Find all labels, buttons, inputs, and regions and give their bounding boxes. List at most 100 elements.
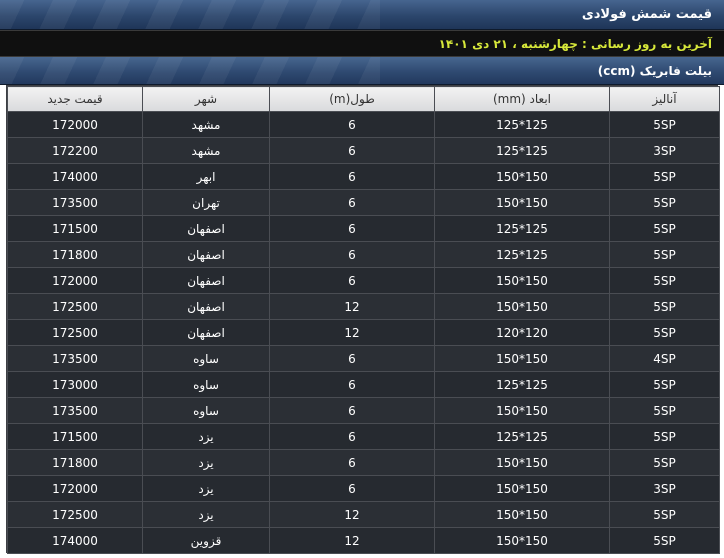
cell-length-text: 6 [348,117,356,132]
cell-city: مشهد [142,111,270,138]
title-bar: قیمت شمش فولادی [0,0,724,30]
cell-length-text: 6 [348,195,356,210]
cell-dimensions-text: 125*125 [496,429,548,444]
cell-price: 172200 [7,137,143,164]
table-row: 5SP 150*150 12 قزوین 174000 [7,527,720,554]
cell-city-text: مشهد [191,117,221,132]
cell-analysis: 4SP [609,345,720,372]
section-bar: بیلت فابریک (ccm) [0,57,724,85]
cell-analysis: 5SP [609,293,720,320]
table-row: 5SP 125*125 6 مشهد 172000 [7,111,720,138]
cell-city-text: ساوه [193,351,219,366]
cell-city: ابهر [142,163,270,190]
cell-analysis-text: 5SP [653,273,676,288]
cell-dimensions: 150*150 [434,397,610,424]
cell-price-text: 172500 [52,507,98,522]
cell-dimensions: 120*120 [434,319,610,346]
cell-city: مشهد [142,137,270,164]
cell-length: 6 [269,163,435,190]
cell-city-text: یزد [198,507,214,522]
cell-analysis: 5SP [609,163,720,190]
cell-dimensions-text: 125*125 [496,143,548,158]
table-row: 5SP 150*150 6 اصفهان 172000 [7,267,720,294]
cell-price: 173500 [7,189,143,216]
cell-price-text: 172000 [52,481,98,496]
cell-dimensions: 150*150 [434,293,610,320]
cell-dimensions: 150*150 [434,475,610,502]
cell-length: 6 [269,215,435,242]
cell-price-text: 171500 [52,429,98,444]
cell-analysis-text: 5SP [653,507,676,522]
cell-city-text: اصفهان [187,247,225,262]
cell-city-text: اصفهان [187,273,225,288]
column-header-dimensions: ابعاد (mm) [434,86,610,112]
cell-city: اصفهان [142,319,270,346]
cell-length: 6 [269,475,435,502]
cell-city-text: ساوه [193,377,219,392]
cell-length: 12 [269,527,435,554]
cell-length-text: 12 [344,533,360,548]
cell-analysis-text: 5SP [653,117,676,132]
cell-analysis-text: 5SP [653,403,676,418]
cell-price-text: 172500 [52,299,98,314]
cell-price: 173500 [7,345,143,372]
table-row: 5SP 150*150 12 اصفهان 172500 [7,293,720,320]
cell-analysis-text: 5SP [653,377,676,392]
price-table-container: آنالیز ابعاد (mm) طول(m) شهر قیمت جدید 5… [6,85,720,554]
cell-length-text: 6 [348,247,356,262]
cell-analysis-text: 5SP [653,299,676,314]
cell-price: 171500 [7,215,143,242]
cell-analysis: 5SP [609,215,720,242]
cell-dimensions: 150*150 [434,527,610,554]
cell-dimensions-text: 150*150 [496,273,548,288]
cell-city: ساوه [142,345,270,372]
cell-price-text: 173500 [52,351,98,366]
cell-length-text: 6 [348,481,356,496]
cell-analysis: 3SP [609,475,720,502]
cell-price-text: 172000 [52,117,98,132]
cell-price-text: 171800 [52,455,98,470]
cell-price: 171800 [7,449,143,476]
cell-dimensions-text: 125*125 [496,221,548,236]
cell-city: یزد [142,475,270,502]
table-body: 5SP 125*125 6 مشهد 172000 3SP 125*125 6 مشهد 1722… [7,111,720,554]
cell-city-text: ساوه [193,403,219,418]
cell-length-text: 6 [348,377,356,392]
cell-analysis-text: 5SP [653,221,676,236]
cell-analysis-text: 4SP [653,351,676,366]
table-row: 5SP 125*125 6 اصفهان 171800 [7,241,720,268]
cell-length-text: 6 [348,273,356,288]
table-row: 4SP 150*150 6 ساوه 173500 [7,345,720,372]
cell-length: 6 [269,345,435,372]
column-header-city: شهر [142,86,270,112]
price-widget: قیمت شمش فولادی آخرین به روز رسانی : چها… [0,0,724,558]
cell-price: 172500 [7,501,143,528]
cell-dimensions-text: 125*125 [496,377,548,392]
cell-dimensions: 150*150 [434,501,610,528]
cell-price-text: 171500 [52,221,98,236]
cell-length: 12 [269,319,435,346]
cell-price-text: 174000 [52,533,98,548]
cell-dimensions: 125*125 [434,111,610,138]
cell-length: 6 [269,449,435,476]
cell-analysis: 5SP [609,423,720,450]
cell-price: 172000 [7,267,143,294]
cell-dimensions: 125*125 [434,371,610,398]
column-header-length: طول(m) [269,86,435,112]
table-row: 3SP 150*150 6 یزد 172000 [7,475,720,502]
cell-length: 12 [269,501,435,528]
cell-city: اصفهان [142,267,270,294]
cell-analysis: 5SP [609,449,720,476]
cell-price-text: 171800 [52,247,98,262]
cell-dimensions-text: 150*150 [496,351,548,366]
cell-analysis: 5SP [609,397,720,424]
cell-price-text: 173000 [52,377,98,392]
cell-city: تهران [142,189,270,216]
table-row: 3SP 125*125 6 مشهد 172200 [7,137,720,164]
cell-city: یزد [142,423,270,450]
cell-dimensions-text: 125*125 [496,117,548,132]
cell-city: ساوه [142,397,270,424]
cell-length: 6 [269,423,435,450]
cell-price-text: 173500 [52,195,98,210]
cell-length: 6 [269,241,435,268]
